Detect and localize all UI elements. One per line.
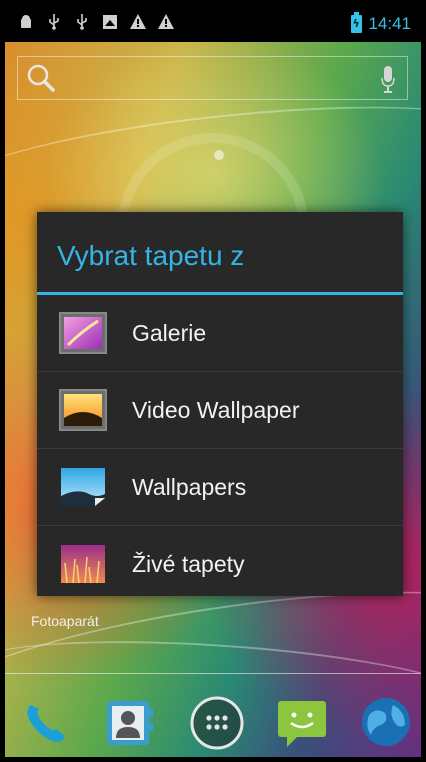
dock: [5, 691, 421, 755]
usb-icon: [73, 13, 91, 34]
search-bar[interactable]: [17, 56, 408, 100]
video-wallpaper-icon: [59, 389, 107, 431]
list-item-label: Galerie: [132, 319, 207, 346]
browser-icon[interactable]: [359, 695, 413, 749]
android-debug-icon: [17, 14, 35, 34]
live-wallpaper-icon: [59, 543, 107, 585]
list-item-wallpapers[interactable]: Wallpapers: [37, 449, 403, 526]
notification-icons: [5, 13, 175, 34]
dialog-title: Vybrat tapetu z: [57, 240, 245, 271]
clock: 14:41: [368, 13, 411, 33]
microphone-icon[interactable]: [381, 65, 395, 93]
list-item-zive-tapety[interactable]: Živé tapety: [37, 526, 403, 602]
search-icon[interactable]: [26, 63, 56, 93]
list-item-galerie[interactable]: Galerie: [37, 295, 403, 372]
wallpaper-source-list: Galerie Video Wallpaper Wallpapers Živé …: [37, 295, 403, 602]
camera-shortcut-label[interactable]: Fotoaparát: [31, 613, 99, 629]
clock-widget-dot: [214, 150, 224, 160]
list-item-label: Živé tapety: [132, 550, 245, 577]
dock-divider: [5, 673, 421, 674]
wallpaper-chooser-dialog: Vybrat tapetu z Galerie Video Wallpaper …: [37, 212, 403, 596]
list-item-label: Wallpapers: [132, 473, 247, 500]
contacts-icon[interactable]: [103, 695, 157, 749]
app-drawer-icon[interactable]: [187, 693, 247, 753]
phone-icon[interactable]: [19, 695, 73, 749]
list-item-video-wallpaper[interactable]: Video Wallpaper: [37, 372, 403, 449]
status-bar[interactable]: ϟ 14:41: [5, 5, 421, 42]
wallpapers-icon: [59, 466, 107, 508]
usb-icon: [45, 13, 63, 34]
messaging-icon[interactable]: [275, 695, 329, 749]
list-item-label: Video Wallpaper: [132, 396, 300, 423]
image-notification-icon: [101, 14, 119, 34]
warning-icon: [129, 14, 147, 33]
battery-charging-icon: ϟ: [351, 11, 363, 33]
home-screen: ϟ 14:41 Fotoaparát Vybrat tapetu z Galer…: [5, 5, 421, 757]
warning-icon: [157, 14, 175, 33]
gallery-icon: [59, 312, 107, 354]
